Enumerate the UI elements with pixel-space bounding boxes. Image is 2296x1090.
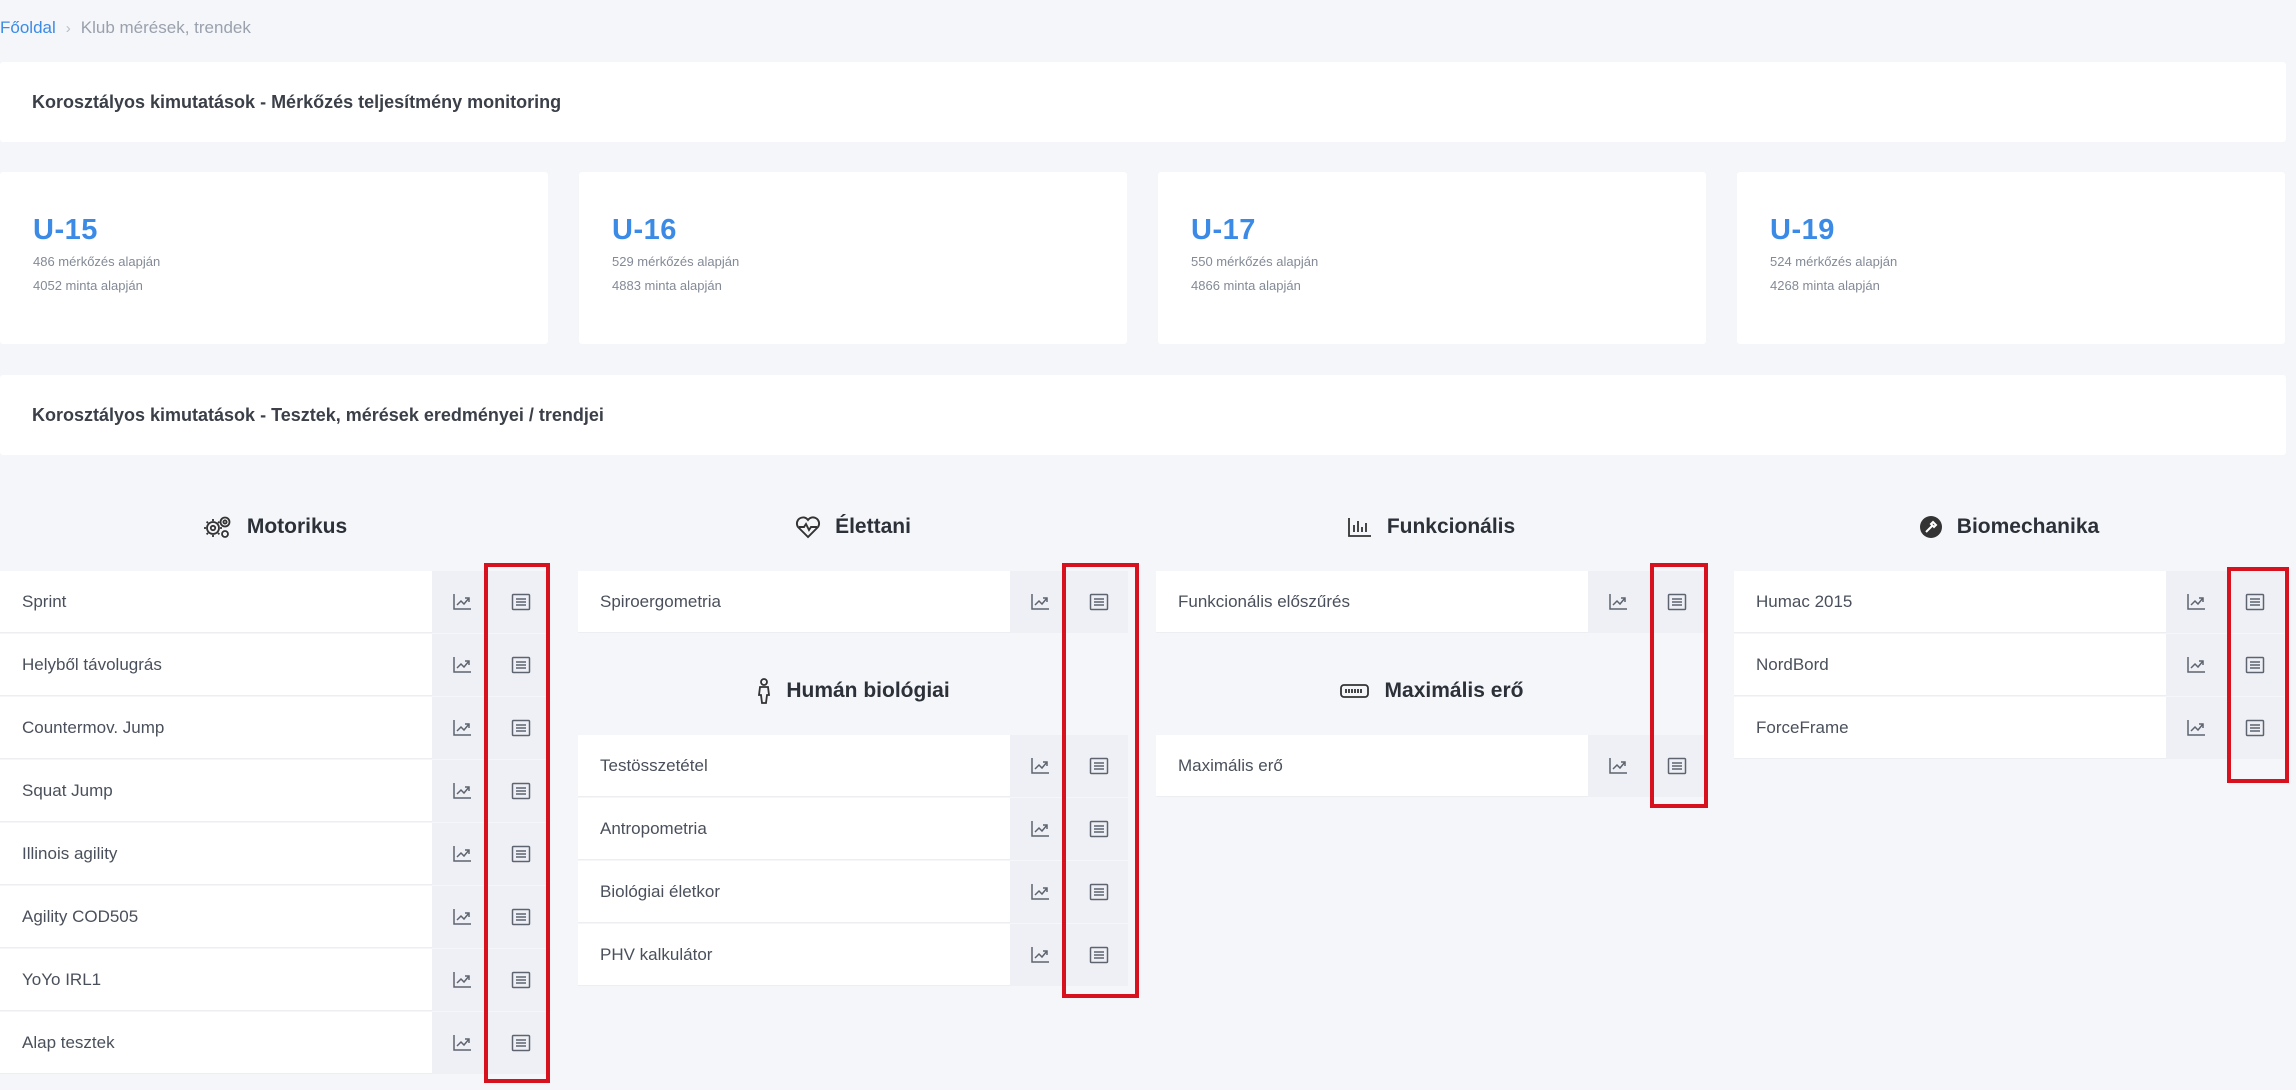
list-item-label: Maximális erő: [1178, 756, 1283, 775]
trend-chart-icon[interactable]: [1010, 798, 1069, 860]
trend-chart-icon[interactable]: [432, 760, 491, 822]
list-item[interactable]: Sprint: [0, 571, 550, 633]
list-item[interactable]: PHV kalkulátor: [578, 924, 1128, 986]
heartbeat-icon: [795, 515, 821, 539]
list-item-label: ForceFrame: [1756, 718, 1849, 737]
list-item[interactable]: Countermov. Jump: [0, 697, 550, 759]
list-item-label: Agility COD505: [22, 907, 139, 926]
category-title: Élettani: [835, 515, 911, 538]
category-header-human: Humán biológiai: [578, 651, 1128, 731]
person-icon: [756, 678, 772, 704]
list-item-label: NordBord: [1756, 655, 1829, 674]
age-card-matches: 524 mérkőzés alapján: [1770, 254, 1898, 269]
list-item[interactable]: Squat Jump: [0, 760, 550, 822]
trend-chart-icon[interactable]: [432, 886, 491, 948]
category-title: Humán biológiai: [786, 679, 950, 702]
list-item-label: Countermov. Jump: [22, 718, 165, 737]
age-card-title: U-15: [33, 214, 98, 246]
age-card-title: U-17: [1191, 214, 1256, 246]
age-card-matches: 529 mérkőzés alapján: [612, 254, 740, 269]
list-item[interactable]: Illinois agility: [0, 823, 550, 885]
list-item[interactable]: NordBord: [1734, 634, 2284, 696]
list-item-label: Antropometria: [600, 819, 707, 838]
list-item[interactable]: Funkcionális előszűrés: [1156, 571, 1706, 633]
trend-chart-icon[interactable]: [432, 1012, 491, 1074]
category-title: Biomechanika: [1956, 515, 2100, 538]
category-header-maxero: Maximális erő: [1156, 651, 1706, 731]
category-title: Motorikus: [246, 515, 348, 538]
list-item[interactable]: Agility COD505: [0, 886, 550, 948]
trend-chart-icon[interactable]: [1588, 571, 1647, 633]
list-item-label: Testösszetétel: [600, 756, 708, 775]
list-item[interactable]: Spiroergometria: [578, 571, 1128, 633]
age-card-title: U-16: [612, 214, 677, 246]
trend-chart-icon[interactable]: [2166, 634, 2225, 696]
trend-chart-icon[interactable]: [432, 571, 491, 633]
highlight-box-elettani: [1062, 563, 1139, 998]
list-item[interactable]: Helyből távolugrás: [0, 634, 550, 696]
list-item-label: Biológiai életkor: [600, 882, 721, 901]
trend-chart-icon[interactable]: [432, 949, 491, 1011]
list-item[interactable]: YoYo IRL1: [0, 949, 550, 1011]
trend-chart-icon[interactable]: [1588, 735, 1647, 797]
trend-chart-icon[interactable]: [2166, 571, 2225, 633]
section-title-tests: Korosztályos kimutatások - Tesztek, méré…: [0, 375, 2286, 455]
breadcrumb-separator: ›: [65, 19, 71, 37]
list-item-label: Squat Jump: [22, 781, 113, 800]
gears-icon: [203, 514, 233, 540]
list-item[interactable]: Biológiai életkor: [578, 861, 1128, 923]
age-card-samples: 4268 minta alapján: [1770, 278, 1880, 293]
category-title: Maximális erő: [1384, 679, 1524, 702]
trend-chart-icon[interactable]: [432, 697, 491, 759]
category-header-funkcionalis: Funkcionális: [1156, 487, 1706, 567]
age-card-u17[interactable]: U-17 550 mérkőzés alapján 4866 minta ala…: [1158, 172, 1706, 344]
list-item-label: Sprint: [22, 592, 67, 611]
trend-chart-icon[interactable]: [432, 823, 491, 885]
list-item[interactable]: Testösszetétel: [578, 735, 1128, 797]
trend-chart-icon[interactable]: [1010, 571, 1069, 633]
breadcrumb-current: Klub mérések, trendek: [80, 18, 251, 37]
age-card-matches: 550 mérkőzés alapján: [1191, 254, 1319, 269]
age-card-u19[interactable]: U-19 524 mérkőzés alapján 4268 minta ala…: [1737, 172, 2285, 344]
list-item[interactable]: Alap tesztek: [0, 1012, 550, 1074]
breadcrumb-home-link[interactable]: Főoldal: [0, 18, 56, 38]
highlight-box-biomechanika: [2227, 567, 2289, 783]
highlight-box-funkcionalis: [1650, 563, 1708, 808]
age-card-u16[interactable]: U-16 529 mérkőzés alapján 4883 minta ala…: [579, 172, 1127, 344]
list-item[interactable]: Antropometria: [578, 798, 1128, 860]
category-header-motorikus: Motorikus: [0, 487, 550, 567]
category-header-biomechanika: Biomechanika: [1734, 487, 2284, 567]
age-card-samples: 4883 minta alapján: [612, 278, 722, 293]
trend-chart-icon[interactable]: [1010, 861, 1069, 923]
age-card-u15[interactable]: U-15 486 mérkőzés alapján 4052 minta ala…: [0, 172, 548, 344]
age-card-samples: 4052 minta alapján: [33, 278, 143, 293]
list-item-label: Alap tesztek: [22, 1033, 115, 1052]
list-item-label: Helyből távolugrás: [22, 655, 162, 674]
list-item[interactable]: Humac 2015: [1734, 571, 2284, 633]
age-card-title: U-19: [1770, 214, 1835, 246]
trend-chart-icon[interactable]: [2166, 697, 2225, 759]
trend-chart-icon[interactable]: [1010, 924, 1069, 986]
category-header-elettani: Élettani: [578, 487, 1128, 567]
list-item[interactable]: Maximális erő: [1156, 735, 1706, 797]
list-item-label: Humac 2015: [1756, 592, 1853, 611]
tool-icon: [1919, 515, 1943, 539]
breadcrumb: Főoldal › Klub mérések, trendek: [0, 16, 251, 40]
list-item-label: Funkcionális előszűrés: [1178, 592, 1350, 611]
trend-chart-icon[interactable]: [432, 634, 491, 696]
trend-chart-icon[interactable]: [1010, 735, 1069, 797]
category-title: Funkcionális: [1386, 515, 1516, 538]
battery-icon: [1339, 682, 1371, 700]
list-item[interactable]: ForceFrame: [1734, 697, 2284, 759]
bar-chart-icon: [1347, 516, 1373, 538]
list-item-label: Illinois agility: [22, 844, 118, 863]
list-item-label: Spiroergometria: [600, 592, 721, 611]
list-item-label: YoYo IRL1: [22, 970, 102, 989]
section-title-match: Korosztályos kimutatások - Mérkőzés telj…: [0, 62, 2286, 142]
age-card-samples: 4866 minta alapján: [1191, 278, 1301, 293]
highlight-box-motorikus: [484, 563, 550, 1083]
age-card-matches: 486 mérkőzés alapján: [33, 254, 161, 269]
list-item-label: PHV kalkulátor: [600, 945, 713, 964]
